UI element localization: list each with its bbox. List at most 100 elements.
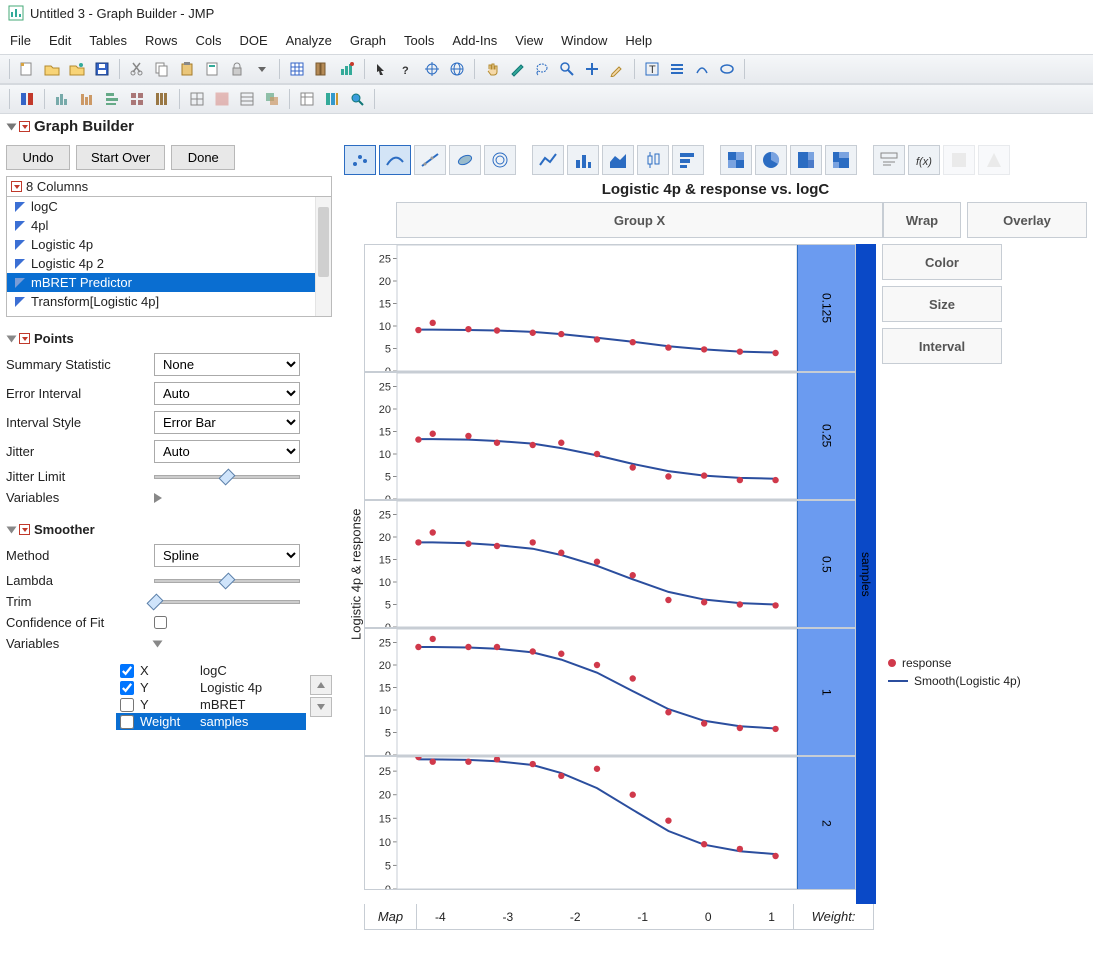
ct-ellipse-icon[interactable] (449, 145, 481, 175)
undo-button[interactable]: Undo (6, 145, 70, 170)
ct-contour-icon[interactable] (484, 145, 516, 175)
variables-disclosure-icon[interactable] (154, 493, 162, 503)
tb-cut-icon[interactable] (126, 58, 148, 80)
tb-target-icon[interactable] (421, 58, 443, 80)
menu-doe[interactable]: DOE (239, 33, 267, 48)
style-select[interactable]: Error Bar (154, 411, 300, 434)
tb-crosshair-icon[interactable] (581, 58, 603, 80)
tb2-g3-icon[interactable] (101, 88, 123, 110)
menu-analyze[interactable]: Analyze (286, 33, 332, 48)
tb-chart-icon[interactable] (336, 58, 358, 80)
jitter-limit-slider[interactable] (154, 475, 300, 479)
ct-box-icon[interactable] (637, 145, 669, 175)
dropzone-wrap[interactable]: Wrap (883, 202, 961, 238)
menu-tables[interactable]: Tables (89, 33, 127, 48)
tb2-table-icon[interactable] (296, 88, 318, 110)
tb-cols-icon[interactable] (311, 58, 333, 80)
tb-text-icon[interactable]: T (641, 58, 663, 80)
tb-lines-icon[interactable] (666, 58, 688, 80)
variables-disclosure-icon[interactable] (153, 640, 163, 647)
ct-points-icon[interactable] (344, 145, 376, 175)
tb-hand-icon[interactable] (481, 58, 503, 80)
scrollbar[interactable] (315, 197, 331, 316)
method-select[interactable]: Spline (154, 544, 300, 567)
ct-pie-icon[interactable] (755, 145, 787, 175)
dropzone-color[interactable]: Color (882, 244, 1002, 280)
error-select[interactable]: Auto (154, 382, 300, 405)
disclosure-icon[interactable] (7, 123, 17, 130)
ct-lineoffit-icon[interactable] (414, 145, 446, 175)
tb-zoom-icon[interactable] (556, 58, 578, 80)
tb2-grid1-icon[interactable] (186, 88, 208, 110)
jitter-select[interactable]: Auto (154, 440, 300, 463)
tb-open2-icon[interactable] (66, 58, 88, 80)
tb2-grid3-icon[interactable] (236, 88, 258, 110)
redtriangle-icon[interactable] (19, 333, 30, 344)
menu-graph[interactable]: Graph (350, 33, 386, 48)
tb-globe-icon[interactable] (446, 58, 468, 80)
ct-caption-icon[interactable] (873, 145, 905, 175)
ct-treemap-icon[interactable] (790, 145, 822, 175)
tb-dropdown-icon[interactable] (251, 58, 273, 80)
ct-smoother-icon[interactable] (379, 145, 411, 175)
done-button[interactable]: Done (171, 145, 235, 170)
tb2-g5-icon[interactable] (151, 88, 173, 110)
tb-new-icon[interactable] (16, 58, 38, 80)
redtriangle-icon[interactable] (19, 121, 30, 132)
disclosure-icon[interactable] (7, 526, 17, 533)
ct-hbar-icon[interactable] (672, 145, 704, 175)
tb2-g4-icon[interactable] (126, 88, 148, 110)
var-check-y1[interactable] (120, 681, 134, 695)
tb-pencil-icon[interactable] (606, 58, 628, 80)
menu-rows[interactable]: Rows (145, 33, 178, 48)
tb-ellipse-icon[interactable] (716, 58, 738, 80)
tb2-g2-icon[interactable] (76, 88, 98, 110)
tb2-split-icon[interactable] (16, 88, 38, 110)
menu-edit[interactable]: Edit (49, 33, 71, 48)
start-over-button[interactable]: Start Over (76, 145, 165, 170)
disclosure-icon[interactable] (7, 335, 17, 342)
summary-select[interactable]: None (154, 353, 300, 376)
smoother-header[interactable]: Smoother (6, 518, 332, 541)
tb2-colgrid-icon[interactable] (321, 88, 343, 110)
ct-area-icon[interactable] (602, 145, 634, 175)
menu-file[interactable]: File (10, 33, 31, 48)
ct-line-icon[interactable] (532, 145, 564, 175)
tb-brush-icon[interactable] (506, 58, 528, 80)
ct-mosaic-icon[interactable] (825, 145, 857, 175)
dropzone-group-x[interactable]: Group X (396, 202, 883, 238)
tb-paste-icon[interactable] (176, 58, 198, 80)
redtriangle-icon[interactable] (19, 524, 30, 535)
columns-list[interactable]: logC 4pl Logistic 4p Logistic 4p 2 mBRET… (6, 197, 332, 317)
tb-help-icon[interactable]: ? (396, 58, 418, 80)
tb-clipboard-icon[interactable] (201, 58, 223, 80)
dropzone-size[interactable]: Size (882, 286, 1002, 322)
menu-addins[interactable]: Add-Ins (452, 33, 497, 48)
tb-save-icon[interactable] (91, 58, 113, 80)
tb2-search-icon[interactable] (346, 88, 368, 110)
tb2-g1-icon[interactable] (51, 88, 73, 110)
tb-lasso-icon[interactable] (531, 58, 553, 80)
map-button[interactable]: Map (365, 904, 417, 929)
cof-checkbox[interactable] (154, 616, 167, 629)
scrollbar-thumb[interactable] (318, 207, 329, 277)
menu-view[interactable]: View (515, 33, 543, 48)
ct-heat-icon[interactable] (720, 145, 752, 175)
dropzone-overlay[interactable]: Overlay (967, 202, 1087, 238)
redtriangle-icon[interactable] (11, 181, 22, 192)
ct-bar-icon[interactable] (567, 145, 599, 175)
columns-header[interactable]: 8 Columns (6, 176, 332, 197)
tb-shape-icon[interactable] (691, 58, 713, 80)
tb-open-icon[interactable] (41, 58, 63, 80)
menu-tools[interactable]: Tools (404, 33, 434, 48)
menu-cols[interactable]: Cols (195, 33, 221, 48)
tb-copy-icon[interactable] (151, 58, 173, 80)
move-up-button[interactable] (310, 675, 332, 695)
var-check-y2[interactable] (120, 698, 134, 712)
menu-help[interactable]: Help (625, 33, 652, 48)
points-header[interactable]: Points (6, 327, 332, 350)
trim-slider[interactable] (154, 600, 300, 604)
weight-zone[interactable]: Weight: (793, 904, 873, 929)
tb2-overlap-icon[interactable] (261, 88, 283, 110)
tb-lock-icon[interactable] (226, 58, 248, 80)
